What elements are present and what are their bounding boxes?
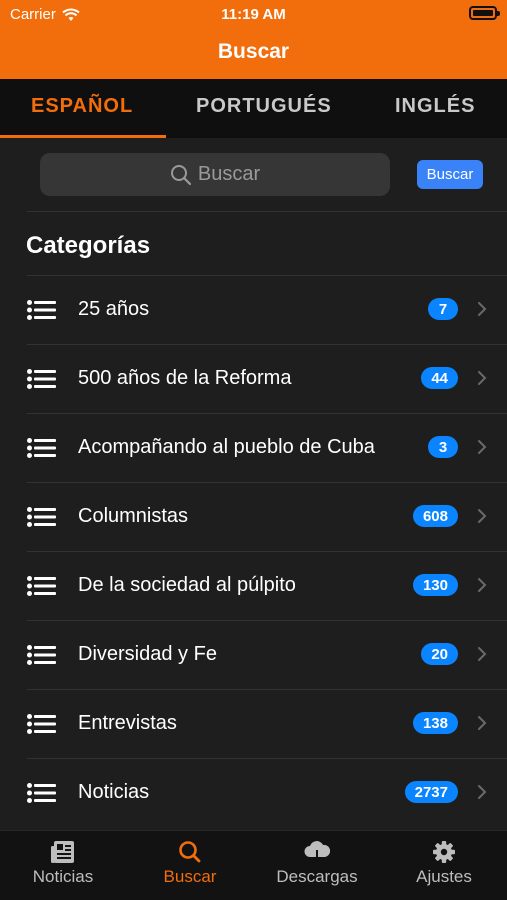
top-bar: Carrier 11:19 AM Buscar (0, 0, 507, 79)
tabbar-label: Noticias (32, 867, 94, 886)
category-row[interactable]: Noticias 2737 (0, 758, 507, 827)
tabbar-item-noticias[interactable]: Noticias (0, 831, 126, 900)
count-badge: 7 (428, 298, 458, 320)
chevron-right-icon (478, 509, 487, 523)
count-badge: 44 (421, 367, 458, 389)
category-row[interactable]: 25 años 7 (0, 275, 507, 344)
divider (27, 344, 507, 345)
tabbar-item-ajustes[interactable]: Ajustes (381, 831, 507, 900)
section-title: Categorías (26, 232, 151, 259)
category-row[interactable]: 500 años de la Reforma 44 (0, 344, 507, 413)
divider (27, 211, 507, 212)
tab-ingles[interactable]: INGLÉS (395, 95, 475, 118)
search-button[interactable]: Buscar (417, 160, 483, 189)
category-label: 25 años (78, 298, 150, 320)
divider (27, 413, 507, 414)
chevron-right-icon (478, 578, 487, 592)
status-bar: Carrier 11:19 AM (0, 0, 507, 28)
tab-espanol[interactable]: ESPAÑOL (31, 95, 133, 118)
tabbar-item-buscar[interactable]: Buscar (127, 831, 253, 900)
category-row[interactable]: Acompañando al pueblo de Cuba 3 (0, 413, 507, 482)
tab-bar: Noticias Buscar Descargas Ajustes (0, 830, 507, 900)
chevron-right-icon (478, 302, 487, 316)
newspaper-icon (51, 841, 74, 863)
category-label: Noticias (78, 781, 150, 803)
chevron-right-icon (478, 371, 487, 385)
page-title: Buscar (217, 40, 290, 63)
divider (27, 482, 507, 483)
count-badge: 20 (421, 643, 458, 665)
list-icon (27, 507, 56, 527)
search-input[interactable]: Buscar (40, 153, 390, 196)
tabbar-item-descargas[interactable]: Descargas (254, 831, 380, 900)
battery-icon (469, 6, 500, 20)
list-icon (27, 438, 56, 458)
category-label: 500 años de la Reforma (78, 367, 292, 389)
divider (27, 620, 507, 621)
search-icon (179, 841, 201, 863)
list-icon (27, 783, 56, 803)
count-badge: 608 (412, 505, 458, 527)
count-badge: 130 (412, 574, 458, 596)
category-label: Acompañando al pueblo de Cuba (78, 436, 375, 458)
category-row[interactable]: Columnistas 608 (0, 482, 507, 551)
search-icon (170, 164, 191, 185)
chevron-right-icon (478, 647, 487, 661)
count-badge: 3 (428, 436, 458, 458)
language-tabs: ESPAÑOL PORTUGUÉS INGLÉS (0, 79, 507, 138)
chevron-right-icon (478, 440, 487, 454)
category-row[interactable]: De la sociedad al púlpito 130 (0, 551, 507, 620)
search-placeholder: Buscar (197, 163, 261, 185)
divider (27, 758, 507, 759)
status-time: 11:19 AM (221, 6, 286, 23)
chevron-right-icon (478, 785, 487, 799)
list-icon (27, 369, 56, 389)
tab-portugues[interactable]: PORTUGUÉS (196, 95, 332, 118)
cloud-download-icon (304, 841, 331, 863)
list-icon (27, 645, 56, 665)
divider (27, 689, 507, 690)
list-icon (27, 576, 56, 596)
list-icon (27, 714, 56, 734)
chevron-right-icon (478, 716, 487, 730)
divider (27, 551, 507, 552)
tabbar-label: Ajustes (416, 867, 472, 886)
category-label: Entrevistas (78, 712, 177, 734)
tabbar-label: Buscar (163, 867, 217, 886)
category-row[interactable]: Entrevistas 138 (0, 689, 507, 758)
divider (27, 275, 507, 276)
tabbar-label: Descargas (276, 867, 358, 886)
count-badge: 2737 (404, 781, 458, 803)
category-label: De la sociedad al púlpito (78, 574, 296, 596)
category-label: Diversidad y Fe (78, 643, 217, 665)
count-badge: 138 (412, 712, 458, 734)
list-icon (27, 300, 56, 320)
category-row[interactable]: Diversidad y Fe 20 (0, 620, 507, 689)
search-row: Buscar Buscar (0, 138, 507, 212)
category-list: 25 años 7 500 años de la Reforma 44 Acompaña… (0, 275, 507, 827)
gear-icon (433, 841, 455, 863)
category-label: Columnistas (78, 505, 189, 527)
